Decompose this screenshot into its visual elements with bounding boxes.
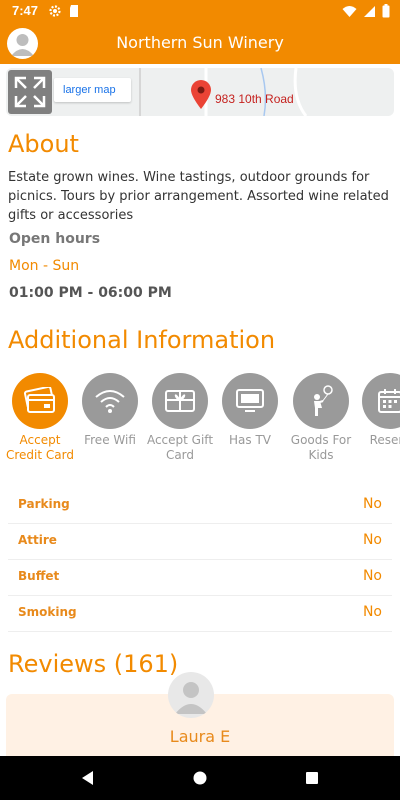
about-description: Estate grown wines. Wine tastings, outdo… [8, 170, 389, 223]
open-days: Mon - Sun [9, 258, 80, 274]
amenity-label: Free Wifi [84, 433, 136, 447]
calendar-icon [362, 373, 400, 429]
amenity-label: Accept Gift Card [146, 433, 214, 462]
amenity-credit-card: Accept Credit Card [0, 372, 80, 463]
person-icon [175, 682, 207, 714]
amenity-label: Accept Credit Card [6, 433, 74, 462]
kids-icon [293, 373, 349, 429]
amenity-wifi: Free Wifi [70, 372, 150, 448]
map-address: 983 10th Road [215, 92, 294, 106]
property-value: No [362, 496, 382, 512]
property-value: No [362, 568, 382, 584]
amenity-gift-card: Accept Gift Card [140, 372, 220, 463]
reviews-heading: Reviews (161) [8, 650, 179, 678]
home-icon[interactable] [190, 768, 210, 788]
credit-card-icon [12, 373, 68, 429]
property-row-buffet: Buffet No [8, 560, 392, 596]
larger-map-link[interactable]: larger map [54, 78, 131, 102]
property-row-smoking: Smoking No [8, 596, 392, 632]
sd-card-icon [68, 4, 80, 21]
battery-icon [382, 4, 390, 21]
property-row-attire: Attire No [8, 524, 392, 560]
reviewer-avatar [168, 672, 214, 718]
amenity-label: Goods For Kids [290, 433, 352, 462]
amenity-tv: Has TV [210, 372, 290, 448]
status-bar: 7:47 [0, 0, 400, 22]
fullscreen-icon [14, 76, 46, 108]
back-icon[interactable] [78, 768, 98, 788]
amenity-reservations: Reserv [350, 372, 400, 448]
additional-info-heading: Additional Information [8, 326, 276, 354]
amenities-carousel[interactable]: Accept Credit Card Free Wifi Accept Gift… [0, 372, 400, 482]
amenity-label: Reserv [369, 433, 400, 447]
tv-icon [222, 373, 278, 429]
expand-map-button[interactable] [8, 70, 52, 114]
signal-icon [363, 5, 376, 21]
map-pin-icon [190, 80, 212, 114]
wifi-icon [82, 373, 138, 429]
recents-icon[interactable] [302, 768, 322, 788]
wifi-icon [342, 5, 357, 21]
map-preview[interactable]: larger map 983 10th Road [6, 68, 394, 116]
property-value: No [362, 604, 382, 620]
reviewer-name: Laura E [169, 727, 231, 746]
property-name: Buffet [18, 569, 60, 583]
property-name: Attire [18, 533, 57, 547]
status-right-icons [342, 4, 390, 21]
gift-card-icon [152, 373, 208, 429]
amenity-label: Has TV [229, 433, 271, 447]
property-name: Parking [18, 497, 70, 511]
settings-icon [48, 4, 62, 21]
about-heading: About [8, 130, 79, 158]
open-hours-label: Open hours [9, 231, 101, 247]
status-time: 7:47 [12, 3, 39, 18]
property-value: No [362, 532, 382, 548]
property-name: Smoking [18, 605, 77, 619]
app-bar: Northern Sun Winery [0, 22, 400, 64]
open-time: 01:00 PM - 06:00 PM [9, 285, 172, 301]
app-title: Northern Sun Winery [116, 33, 284, 52]
property-row-parking: Parking No [8, 488, 392, 524]
system-nav-bar [0, 756, 400, 800]
property-list: Parking No Attire No Buffet No Smoking N… [0, 488, 400, 632]
status-left-icons [48, 4, 80, 21]
amenity-kids: Goods For Kids [281, 372, 361, 463]
